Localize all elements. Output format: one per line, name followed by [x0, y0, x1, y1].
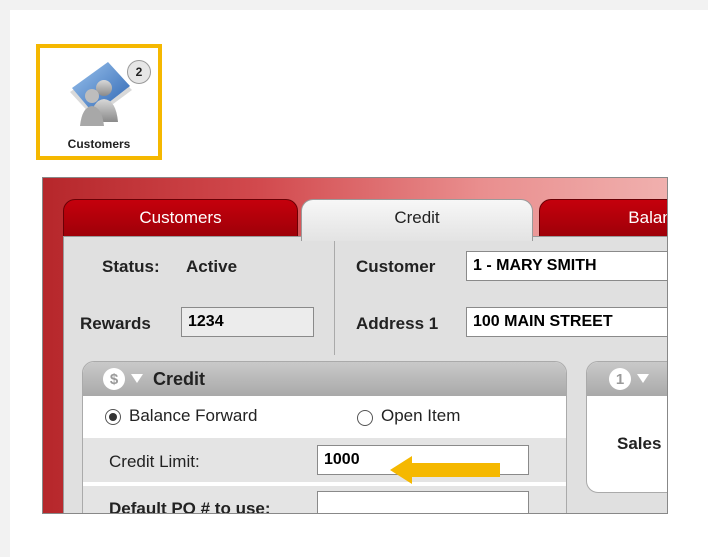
- tab-content: Status: Active Rewards 1234 Customer 1 -…: [63, 236, 667, 514]
- address1-field[interactable]: 100 MAIN STREET: [466, 307, 667, 337]
- credit-section-title: Credit: [153, 369, 206, 389]
- open-item-label: Open Item: [381, 406, 461, 425]
- notification-badge: 2: [127, 60, 151, 84]
- customer-credit-panel: Customers Credit Balance Status: Active …: [42, 177, 668, 514]
- sales-section: 1 Sales: [586, 361, 667, 493]
- sales-label: Sales: [617, 434, 662, 453]
- default-po-row: Default PO # to use:: [83, 486, 566, 514]
- tab-label: Credit: [394, 208, 440, 227]
- status-label: Status:: [102, 257, 160, 276]
- tab-balance[interactable]: Balance: [539, 199, 667, 241]
- status-value: Active: [186, 257, 238, 276]
- open-item-radio[interactable]: [357, 410, 373, 426]
- dollar-icon: $: [103, 368, 125, 390]
- highlight-arrow-icon: [390, 456, 500, 484]
- chevron-down-icon: [131, 374, 143, 383]
- customers-app-icon[interactable]: 2 Customers: [36, 44, 162, 160]
- customer-label: Customer: [356, 257, 436, 276]
- divider: [334, 237, 335, 355]
- credit-limit-label: Credit Limit:: [109, 452, 200, 471]
- tab-customers[interactable]: Customers: [63, 199, 298, 241]
- number-one-icon: 1: [609, 368, 631, 390]
- credit-section-header[interactable]: $ Credit: [83, 362, 566, 396]
- default-po-field[interactable]: [317, 491, 529, 513]
- chevron-down-icon: [637, 374, 649, 383]
- default-po-label: Default PO # to use:: [109, 499, 271, 514]
- rewards-label: Rewards: [80, 314, 151, 333]
- address1-label: Address 1: [356, 314, 439, 333]
- customer-field[interactable]: 1 - MARY SMITH: [466, 251, 667, 281]
- balance-forward-label: Balance Forward: [129, 406, 258, 425]
- tab-credit[interactable]: Credit: [301, 199, 533, 241]
- app-icon-label: Customers: [67, 137, 131, 151]
- rewards-field[interactable]: 1234: [181, 307, 314, 337]
- sales-section-header[interactable]: 1: [587, 362, 667, 396]
- balance-forward-radio[interactable]: [105, 409, 121, 425]
- credit-section: $ Credit Balance Forward Open Item Credi…: [82, 361, 567, 514]
